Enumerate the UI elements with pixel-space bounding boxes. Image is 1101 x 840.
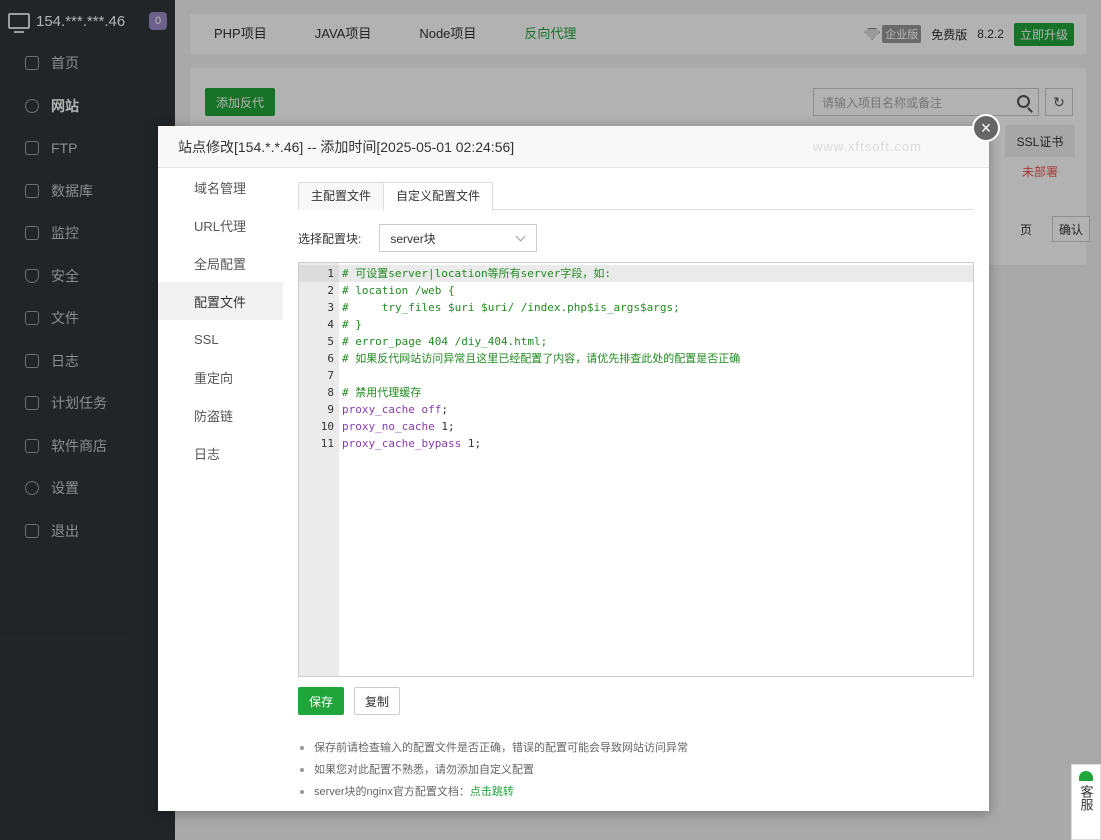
nav-domain[interactable]: 域名管理: [158, 168, 283, 206]
code-line: # 禁用代理缓存: [342, 386, 422, 399]
code-content[interactable]: # 可设置server|location等所有server字段，如: # loc…: [339, 263, 973, 676]
modal-title: 站点修改[154.*.*.46] -- 添加时间[2025-05-01 02:2…: [158, 126, 989, 168]
line-gutter: 1 2 3 4 5 6 7 8 9 10 11: [299, 263, 339, 676]
code-line: # location /web {: [342, 284, 455, 297]
code-line: # error_page 404 /diy_404.html;: [342, 335, 548, 348]
copy-button[interactable]: 复制: [354, 687, 400, 715]
select-label: 选择配置块:: [298, 231, 362, 246]
line-number: 11: [320, 437, 334, 450]
code-line: # 如果反代网站访问异常且这里已经配置了内容，请优先排查此处的配置是否正确: [342, 352, 741, 365]
line-number: 7: [327, 369, 334, 382]
config-subtabs: 主配置文件 自定义配置文件: [298, 182, 974, 211]
tip-item: server块的nginx官方配置文档：点击跳转: [298, 781, 974, 803]
nav-ssl[interactable]: SSL: [158, 320, 283, 358]
line-number: 1: [299, 265, 339, 282]
line-number: 8: [327, 386, 334, 399]
tips-list: 保存前请检查输入的配置文件是否正确，错误的配置可能会导致网站访问异常 如果您对此…: [298, 737, 974, 803]
line-number: 4: [327, 318, 334, 331]
modal-body: 主配置文件 自定义配置文件 选择配置块: server块 1 2 3 4 5 6…: [298, 182, 974, 802]
nav-config-file[interactable]: 配置文件: [158, 282, 283, 320]
code-editor[interactable]: 1 2 3 4 5 6 7 8 9 10 11 # 可设置server|loca…: [298, 262, 974, 677]
headset-icon: [1079, 771, 1093, 781]
code-line: # 可设置server|location等所有server字段，如:: [339, 265, 973, 282]
nav-global-config[interactable]: 全局配置: [158, 244, 283, 282]
code-line: # }: [342, 318, 362, 331]
line-number: 5: [327, 335, 334, 348]
close-icon[interactable]: ×: [972, 114, 1000, 142]
nav-log[interactable]: 日志: [158, 434, 283, 472]
tip-item: 保存前请检查输入的配置文件是否正确，错误的配置可能会导致网站访问异常: [298, 737, 974, 759]
watermark: www.xftsoft.com: [813, 139, 922, 154]
nav-hotlink[interactable]: 防盗链: [158, 396, 283, 434]
customer-service-button[interactable]: 客服: [1071, 764, 1101, 840]
code-line: proxy_cache off;: [342, 403, 448, 416]
config-block-select[interactable]: server块: [379, 224, 538, 252]
nav-url-proxy[interactable]: URL代理: [158, 206, 283, 244]
save-button[interactable]: 保存: [298, 687, 344, 715]
tip-item: 如果您对此配置不熟悉，请勿添加自定义配置: [298, 759, 974, 781]
code-line: proxy_no_cache 1;: [342, 420, 455, 433]
modal-nav: 域名管理 URL代理 全局配置 配置文件 SSL 重定向 防盗链 日志: [158, 168, 283, 811]
nav-redirect[interactable]: 重定向: [158, 358, 283, 396]
tab-custom-config[interactable]: 自定义配置文件: [383, 182, 494, 211]
line-number: 3: [327, 301, 334, 314]
line-number: 10: [320, 420, 334, 433]
line-number: 9: [327, 403, 334, 416]
chevron-down-icon: [515, 231, 526, 242]
site-edit-modal: 站点修改[154.*.*.46] -- 添加时间[2025-05-01 02:2…: [158, 126, 989, 811]
tab-main-config[interactable]: 主配置文件: [298, 182, 385, 210]
code-line: proxy_cache_bypass 1;: [342, 437, 482, 450]
code-line: # try_files $uri $uri/ /index.php$is_arg…: [342, 301, 680, 314]
line-number: 6: [327, 352, 334, 365]
docs-link[interactable]: 点击跳转: [470, 786, 514, 798]
line-number: 2: [327, 284, 334, 297]
